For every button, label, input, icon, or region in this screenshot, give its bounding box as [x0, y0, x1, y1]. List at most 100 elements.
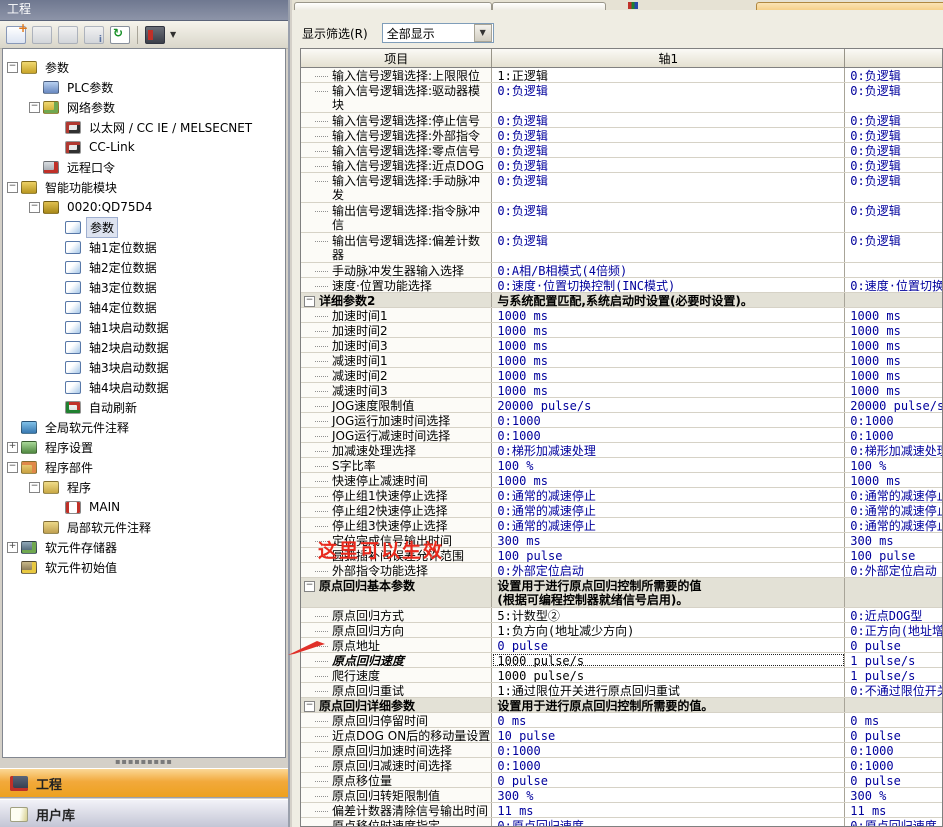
axis2-value-cell[interactable]: 300 ms — [845, 533, 942, 547]
axis1-value-cell[interactable]: 0 pulse — [492, 773, 845, 787]
item-label-cell[interactable]: 停止组1快速停止选择 — [301, 488, 492, 502]
tree-item-qd75d4-module[interactable]: −0020:QD75D4 — [3, 197, 285, 217]
axis2-value-cell[interactable] — [845, 698, 942, 712]
collapse-icon[interactable]: − — [304, 581, 315, 592]
item-label-cell[interactable]: 近点DOG ON后的移动量设置 — [301, 728, 492, 742]
document-tab-active[interactable] — [756, 2, 943, 10]
collapse-icon[interactable]: − — [304, 701, 315, 712]
document-tab[interactable] — [294, 2, 492, 10]
axis1-value-cell[interactable]: 0:负逻辑 — [492, 143, 845, 157]
item-label-cell[interactable]: 爬行速度 — [301, 668, 492, 682]
tree-item-axis1-positioning-data[interactable]: 轴1定位数据 — [3, 237, 285, 257]
axis1-value-cell[interactable]: 0:速度·位置切换控制(INC模式) — [492, 278, 845, 292]
item-label-cell[interactable]: 偏差计数器清除信号输出时间 — [301, 803, 492, 817]
axis1-value-cell[interactable]: 1000 pulse/s — [492, 668, 845, 682]
new-window-icon[interactable] — [6, 26, 26, 44]
axis2-value-cell[interactable]: 0:负逻辑 — [845, 143, 942, 157]
axis2-value-cell[interactable]: 0:1000 — [845, 758, 942, 772]
item-label-cell[interactable]: 原点回归停留时间 — [301, 713, 492, 727]
item-label-cell[interactable]: 外部指令功能选择 — [301, 563, 492, 577]
axis2-value-cell[interactable]: 0 ms — [845, 713, 942, 727]
item-label-cell[interactable]: 减速时间2 — [301, 368, 492, 382]
axis2-value-cell[interactable]: 0:通常的减速停止 — [845, 503, 942, 517]
tree-item-parameter[interactable]: −参数 — [3, 57, 285, 77]
axis2-value-cell[interactable]: 0:1000 — [845, 428, 942, 442]
axis1-value-cell[interactable]: 0:1000 — [492, 428, 845, 442]
axis2-value-cell[interactable]: 1000 ms — [845, 368, 942, 382]
expand-icon[interactable]: + — [7, 442, 18, 453]
tree-item-local-device-comment[interactable]: 局部软元件注释 — [3, 517, 285, 537]
item-label-cell[interactable]: 输出信号逻辑选择:偏差计数器 清除 — [301, 233, 492, 262]
tree-item-plc-parameter[interactable]: PLC参数 — [3, 77, 285, 97]
item-label-cell[interactable]: 输入信号逻辑选择:停止信号 — [301, 113, 492, 127]
axis2-value-cell[interactable]: 0:原点回归速度 — [845, 818, 942, 827]
axis2-value-cell[interactable]: 0:负逻辑 — [845, 83, 942, 112]
display-filter-select[interactable]: 全部显示 ▼ — [382, 23, 494, 43]
item-label-cell[interactable]: 加速时间3 — [301, 338, 492, 352]
axis1-value-cell[interactable]: 1:负方向(地址减少方向) — [492, 623, 845, 637]
axis1-value-cell[interactable]: 300 ms — [492, 533, 845, 547]
tree-item-ethernet-ccie-melsecnet[interactable]: 以太网 / CC IE / MELSECNET — [3, 117, 285, 137]
axis2-value-cell[interactable]: 1000 ms — [845, 323, 942, 337]
axis1-value-cell[interactable]: 5:计数型② — [492, 608, 845, 622]
axis2-value-cell[interactable]: 1000 ms — [845, 353, 942, 367]
axis1-value-cell[interactable]: 0:1000 — [492, 413, 845, 427]
item-label-cell[interactable]: 快速停止减速时间 — [301, 473, 492, 487]
module-selection-icon[interactable] — [145, 26, 165, 44]
axis1-value-cell[interactable]: 100 pulse — [492, 548, 845, 562]
axis1-value-cell[interactable]: 0:负逻辑 — [492, 158, 845, 172]
axis1-value-cell[interactable]: 100 % — [492, 458, 845, 472]
item-label-cell[interactable]: 减速时间3 — [301, 383, 492, 397]
axis2-value-cell[interactable]: 0:通常的减速停止 — [845, 488, 942, 502]
axis2-value-cell[interactable]: 0:外部定位启动 — [845, 563, 942, 577]
axis2-value-cell[interactable]: 0:正方向(地址增加方向) — [845, 623, 942, 637]
section-description-cell[interactable]: 设置用于进行原点回归控制所需要的值。 — [492, 698, 845, 712]
axis1-value-cell[interactable]: 0:通常的减速停止 — [492, 518, 845, 532]
axis2-value-cell[interactable]: 1000 ms — [845, 338, 942, 352]
document-tab[interactable] — [492, 2, 606, 10]
item-label-cell[interactable]: 输入信号逻辑选择:驱动器模块 就绪 — [301, 83, 492, 112]
collapse-icon[interactable]: − — [304, 296, 315, 307]
tree-item-auto-refresh[interactable]: 自动刷新 — [3, 397, 285, 417]
item-label-cell[interactable]: 输入信号逻辑选择:零点信号 — [301, 143, 492, 157]
tree-item-intelligent-function-module[interactable]: −智能功能模块 — [3, 177, 285, 197]
section-description-cell[interactable]: 设置用于进行原点回归控制所需要的值 (根据可编程控制器就绪信号启用)。 — [492, 578, 845, 607]
item-label-cell[interactable]: 停止组2快速停止选择 — [301, 503, 492, 517]
collapse-icon[interactable]: − — [29, 202, 40, 213]
item-label-cell[interactable]: 停止组3快速停止选择 — [301, 518, 492, 532]
item-label-cell[interactable]: 输入信号逻辑选择:手动脉冲发 生器输入 — [301, 173, 492, 202]
axis1-value-cell[interactable]: 10 pulse — [492, 728, 845, 742]
axis2-value-cell[interactable]: 0:1000 — [845, 413, 942, 427]
axis1-value-cell[interactable]: 11 ms — [492, 803, 845, 817]
item-label-cell[interactable]: JOG运行减速时间选择 — [301, 428, 492, 442]
axis1-value-cell[interactable]: 0 pulse — [492, 638, 845, 652]
axis1-value-cell[interactable]: 1000 pulse/s — [492, 653, 845, 667]
axis2-value-cell[interactable]: 0:负逻辑 — [845, 158, 942, 172]
nav-button-user-library[interactable]: 用户库 — [0, 799, 288, 827]
axis1-value-cell[interactable]: 0:A相/B相模式(4倍频) — [492, 263, 845, 277]
axis2-value-cell[interactable]: 0:梯形加减速处理 — [845, 443, 942, 457]
axis1-value-cell[interactable]: 0:负逻辑 — [492, 83, 845, 112]
axis1-value-cell[interactable]: 1000 ms — [492, 368, 845, 382]
item-label-cell[interactable]: 原点回归转矩限制值 — [301, 788, 492, 802]
refresh-icon[interactable] — [110, 26, 130, 44]
item-label-cell[interactable]: 减速时间1 — [301, 353, 492, 367]
tree-item-axis4-positioning-data[interactable]: 轴4定位数据 — [3, 297, 285, 317]
axis2-value-cell[interactable]: 1000 ms — [845, 308, 942, 322]
axis2-value-cell[interactable] — [845, 293, 942, 307]
axis1-value-cell[interactable]: 0:负逻辑 — [492, 173, 845, 202]
item-label-cell[interactable]: 原点回归方式 — [301, 608, 492, 622]
chevron-down-icon[interactable]: ▼ — [170, 30, 176, 39]
item-label-cell[interactable]: 原点回归速度 — [301, 653, 492, 667]
item-label-cell[interactable]: 加减速处理选择 — [301, 443, 492, 457]
axis2-value-cell[interactable]: 1000 ms — [845, 383, 942, 397]
copy-icon[interactable] — [32, 26, 52, 44]
axis2-value-cell[interactable]: 0:负逻辑 — [845, 203, 942, 232]
axis1-value-cell[interactable]: 20000 pulse/s — [492, 398, 845, 412]
item-label-cell[interactable]: 输入信号逻辑选择:近点DOG信号 — [301, 158, 492, 172]
item-label-cell[interactable]: 手动脉冲发生器输入选择 — [301, 263, 492, 277]
collapse-icon[interactable]: − — [29, 482, 40, 493]
axis2-value-cell[interactable]: 100 pulse — [845, 548, 942, 562]
axis2-value-cell[interactable]: 1 pulse/s — [845, 653, 942, 667]
axis1-value-cell[interactable]: 0:1000 — [492, 743, 845, 757]
